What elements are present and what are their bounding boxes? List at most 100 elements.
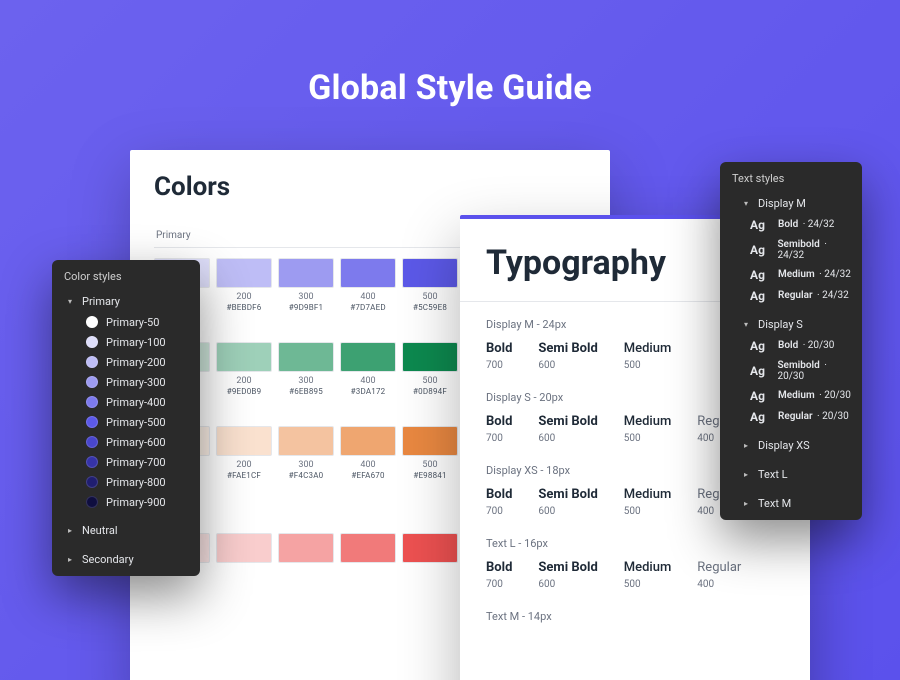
color-swatch[interactable] [402, 533, 458, 567]
swatch-chip [340, 533, 396, 563]
text-style-item[interactable]: AgMedium · 24/32 [736, 264, 854, 285]
color-swatch[interactable] [340, 533, 396, 567]
group-header[interactable]: Display M [736, 193, 854, 214]
color-style-item[interactable]: Primary-50 [68, 312, 192, 332]
swatch-hex: #9D9BF1 [278, 303, 334, 312]
text-style-item[interactable]: AgSemibold · 20/30 [736, 356, 854, 385]
group-header[interactable]: Secondary [68, 549, 192, 570]
swatch-chip [216, 533, 272, 563]
weight-col: Semi Bold600 [538, 560, 597, 590]
caret-icon [744, 199, 752, 208]
color-style-item[interactable]: Primary-900 [68, 492, 192, 512]
color-swatch[interactable]: 300#F4C3A0 [278, 426, 334, 480]
swatch-shade: 300 [278, 376, 334, 386]
color-style-item[interactable]: Primary-500 [68, 412, 192, 432]
weight-col: Medium500 [624, 341, 672, 371]
swatch-chip [278, 342, 334, 372]
color-swatch[interactable]: 400#7D7AED [340, 258, 396, 312]
color-style-item[interactable]: Primary-200 [68, 352, 192, 372]
weight-col: Semi Bold600 [538, 341, 597, 371]
color-dot-icon [86, 376, 98, 388]
color-style-label: Primary-50 [106, 316, 159, 329]
typo-block: Text L - 16pxBold700Semi Bold600Medium50… [460, 521, 810, 594]
color-swatch[interactable]: 400#3DA172 [340, 342, 396, 396]
swatch-hex: #BEBDF6 [216, 303, 272, 312]
color-swatch[interactable] [216, 533, 272, 567]
text-style-item[interactable]: AgRegular · 24/32 [736, 285, 854, 306]
weight-value: 600 [538, 506, 597, 517]
text-group: Display SAgBold · 20/30AgSemibold · 20/3… [720, 312, 862, 433]
weight-col: Medium500 [624, 487, 672, 517]
group-header[interactable]: Text L [736, 464, 854, 485]
swatch-shade: 400 [340, 292, 396, 302]
weight-value: 500 [624, 360, 672, 371]
weight-value: 700 [486, 433, 512, 444]
weight-value: 500 [624, 579, 672, 590]
color-style-label: Primary-400 [106, 396, 166, 409]
color-style-item[interactable]: Primary-600 [68, 432, 192, 452]
group-name: Display XS [758, 439, 810, 452]
color-style-item[interactable]: Primary-400 [68, 392, 192, 412]
group-header[interactable]: Neutral [68, 520, 192, 541]
panel-title: Text styles [720, 162, 862, 191]
swatch-hex: #FAE1CF [216, 471, 272, 480]
swatch-hex: #5C59E8 [402, 303, 458, 312]
weight-name: Medium [624, 560, 672, 575]
color-style-item[interactable]: Primary-300 [68, 372, 192, 392]
color-swatch[interactable]: 400#EFA670 [340, 426, 396, 480]
weight-col: Bold700 [486, 341, 512, 371]
color-swatch[interactable]: 500#E98841 [402, 426, 458, 480]
color-style-item[interactable]: Primary-800 [68, 472, 192, 492]
group-header[interactable]: Text M [736, 493, 854, 514]
swatch-hex: #E98841 [402, 471, 458, 480]
text-styles-panel: Text styles Display MAgBold · 24/32AgSem… [720, 162, 862, 520]
color-dot-icon [86, 496, 98, 508]
text-style-item[interactable]: AgBold · 24/32 [736, 214, 854, 235]
text-style-item[interactable]: Ag Semibold · 24/32 [736, 235, 854, 264]
ag-icon: Ag [750, 289, 772, 303]
group-header[interactable]: Primary [68, 291, 192, 312]
weight-col: Bold700 [486, 414, 512, 444]
color-style-item[interactable]: Primary-700 [68, 452, 192, 472]
ag-icon: Ag [750, 243, 771, 257]
text-style-item[interactable]: AgBold · 20/30 [736, 335, 854, 356]
color-swatch[interactable]: 300#6EB895 [278, 342, 334, 396]
panel-title: Color styles [52, 260, 200, 289]
text-style-meta: Semibold · 24/32 [777, 239, 854, 261]
text-style-meta: Medium · 24/32 [778, 269, 851, 280]
group-header[interactable]: Display XS [736, 435, 854, 456]
weight-value: 600 [538, 433, 597, 444]
weight-col: Bold700 [486, 560, 512, 590]
weight-value: 400 [697, 579, 741, 590]
text-group: Display MAgBold · 24/32 Ag Semibold · 24/3… [720, 191, 862, 312]
color-dot-icon [86, 356, 98, 368]
color-swatch[interactable] [278, 533, 334, 567]
text-style-item[interactable]: AgRegular · 20/30 [736, 406, 854, 427]
color-style-item[interactable]: Primary-100 [68, 332, 192, 352]
caret-icon [744, 470, 752, 479]
color-swatch[interactable]: 200#BEBDF6 [216, 258, 272, 312]
text-style-meta: Medium · 20/30 [778, 390, 851, 401]
text-style-item[interactable]: Ag Medium · 20/30 [736, 385, 854, 406]
group-name: Primary [82, 295, 120, 308]
color-style-label: Primary-900 [106, 496, 166, 509]
weights-row: Bold700Semi Bold600Medium500Regular400 [486, 560, 784, 590]
color-dot-icon [86, 416, 98, 428]
swatch-chip [340, 426, 396, 456]
group-header[interactable]: Display S [736, 314, 854, 335]
color-swatch[interactable]: 500#5C59E8 [402, 258, 458, 312]
ag-icon: Ag [750, 364, 771, 378]
color-swatch[interactable]: 300#9D9BF1 [278, 258, 334, 312]
swatch-shade: 200 [216, 460, 272, 470]
color-swatch[interactable]: 500#0D894F [402, 342, 458, 396]
swatch-shade: 500 [402, 292, 458, 302]
weight-name: Semi Bold [538, 414, 597, 429]
color-dot-icon [86, 316, 98, 328]
swatch-hex: #6EB895 [278, 387, 334, 396]
ag-icon: Ag [750, 389, 772, 403]
color-swatch[interactable]: 200#FAE1CF [216, 426, 272, 480]
color-swatch[interactable]: 200#9ED0B9 [216, 342, 272, 396]
weight-value: 700 [486, 360, 512, 371]
hero-title: Global Style Guide [0, 68, 900, 108]
swatch-chip [402, 342, 458, 372]
